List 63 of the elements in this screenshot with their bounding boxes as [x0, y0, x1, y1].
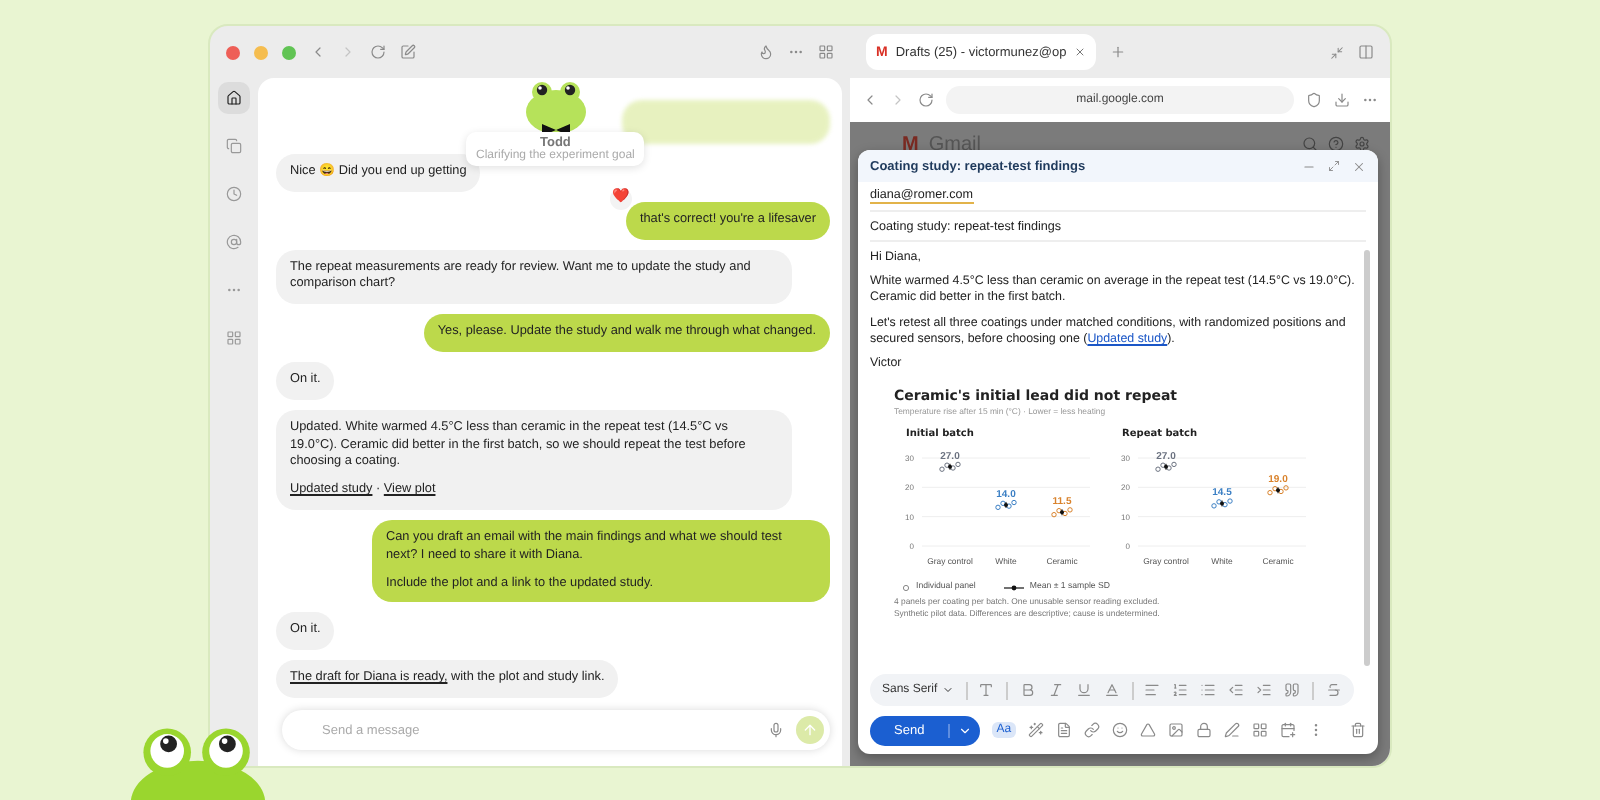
emoji-icon[interactable] — [1111, 722, 1128, 738]
settings-icon[interactable] — [1354, 136, 1370, 152]
new-tab-icon[interactable] — [1110, 44, 1127, 60]
gmail-logo: M — [902, 133, 919, 155]
compose-icon[interactable] — [400, 44, 416, 60]
align-icon[interactable] — [1144, 682, 1161, 698]
close-icon[interactable] — [1352, 159, 1366, 173]
collapse-icon[interactable] — [1330, 45, 1344, 59]
download-icon[interactable] — [1334, 92, 1350, 108]
outdent-icon[interactable] — [1228, 682, 1245, 698]
scrollbar[interactable] — [1364, 250, 1370, 666]
refresh-icon[interactable] — [918, 92, 934, 108]
magic-wand-icon[interactable] — [1027, 722, 1044, 738]
home-icon[interactable] — [218, 82, 250, 114]
arrow-up-icon — [802, 722, 818, 738]
open-circle-icon — [902, 583, 910, 592]
document-icon[interactable] — [1055, 722, 1072, 738]
back-icon[interactable] — [862, 92, 878, 108]
italic-icon[interactable] — [1047, 682, 1064, 698]
individual-points — [1051, 508, 1073, 519]
signature-icon[interactable] — [1223, 722, 1240, 738]
mean-marker — [948, 464, 952, 472]
underline-icon[interactable] — [1075, 682, 1092, 698]
trash-icon[interactable] — [1350, 722, 1366, 738]
indent-icon[interactable] — [1256, 682, 1273, 698]
quote-icon[interactable] — [1284, 682, 1301, 698]
refresh-icon[interactable] — [370, 44, 386, 60]
text-color-icon[interactable] — [1103, 682, 1120, 698]
numbered-list-icon[interactable] — [1172, 682, 1189, 698]
link-icon[interactable] — [1083, 722, 1100, 738]
individual-points — [1155, 462, 1177, 473]
maximize-window-button[interactable] — [282, 45, 296, 59]
forward-icon[interactable] — [890, 92, 906, 108]
close-tab-icon[interactable] — [1074, 46, 1087, 58]
individual-points — [939, 462, 961, 473]
bulleted-list-icon[interactable] — [1200, 682, 1217, 698]
mean-marker — [1004, 502, 1008, 510]
shield-icon[interactable] — [1306, 92, 1322, 108]
layout-icon[interactable] — [1251, 722, 1268, 738]
close-window-button[interactable] — [226, 45, 240, 59]
individual-points — [1267, 486, 1289, 497]
microphone-icon[interactable] — [768, 722, 784, 738]
mean-marker — [1220, 500, 1224, 508]
help-icon[interactable] — [1328, 136, 1344, 152]
text-size-icon[interactable] — [978, 682, 995, 698]
bold-icon[interactable] — [1019, 682, 1036, 698]
mean-marker — [1060, 509, 1064, 517]
strikethrough-icon[interactable] — [1326, 682, 1342, 698]
individual-points — [1211, 499, 1233, 510]
mean-marker — [1164, 464, 1168, 472]
individual-points — [995, 500, 1017, 511]
lock-icon[interactable] — [1195, 722, 1212, 738]
calendar-icon[interactable] — [1279, 722, 1296, 738]
image-icon[interactable] — [1167, 722, 1184, 738]
caret-icon — [941, 684, 954, 696]
mean-marker-icon — [1003, 583, 1024, 592]
search-icon[interactable] — [1302, 136, 1318, 152]
back-icon[interactable] — [310, 44, 326, 60]
caret-icon[interactable] — [958, 723, 973, 737]
mean-marker — [1276, 487, 1280, 495]
split-view-icon[interactable] — [1358, 44, 1374, 60]
layout-icon[interactable] — [818, 44, 834, 60]
flame-icon[interactable] — [758, 44, 774, 60]
